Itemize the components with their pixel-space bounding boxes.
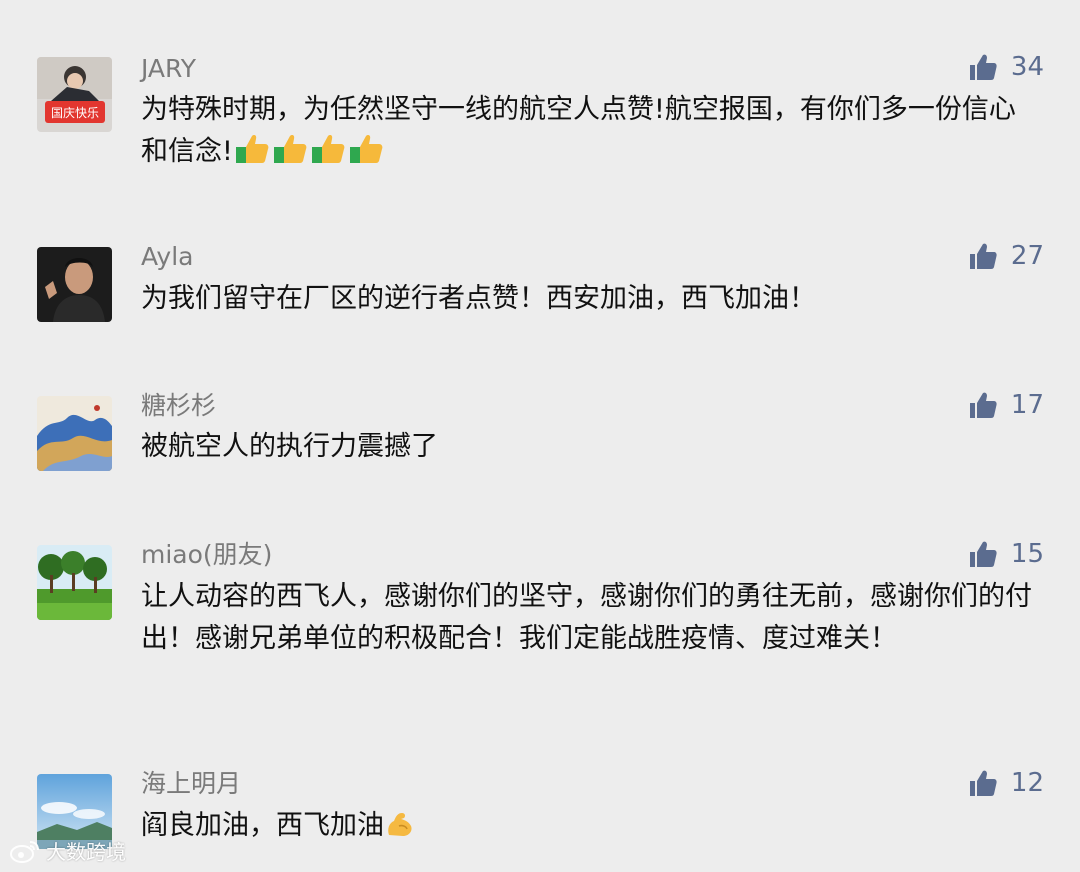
username[interactable]: 糖杉杉 <box>141 391 216 421</box>
like-button[interactable]: 17 <box>968 388 1044 422</box>
username[interactable]: JARY <box>141 54 196 84</box>
weibo-logo-icon <box>10 840 39 863</box>
like-count: 34 <box>1010 52 1044 82</box>
thumbs-up-emoji-icon <box>272 133 308 178</box>
avatar-image <box>37 247 112 322</box>
like-button[interactable]: 27 <box>968 239 1044 273</box>
avatar-image <box>37 545 112 620</box>
watermark: 大数跨境 <box>10 836 126 865</box>
comment-text: 被航空人的执行力震撼了 <box>141 431 438 462</box>
avatar[interactable] <box>37 247 112 322</box>
like-button[interactable]: 15 <box>968 537 1044 571</box>
avatar-image: 国庆快乐 <box>37 57 112 132</box>
username[interactable]: 海上明月 <box>141 769 241 799</box>
thumbs-up-emoji-icon <box>348 133 384 178</box>
like-count: 27 <box>1010 241 1044 271</box>
thumbs-up-emoji-icon <box>310 133 346 178</box>
comment-text: 为特殊时期，为任然坚守一线的航空人点赞!航空报国，有你们多一份信心和信念! <box>141 89 1041 178</box>
like-count: 17 <box>1010 390 1044 420</box>
username[interactable]: Ayla <box>141 242 193 272</box>
comment-text: 阎良加油，西飞加油 <box>141 805 1041 852</box>
thumbs-up-icon <box>968 241 998 271</box>
watermark-text: 大数跨境 <box>46 840 126 864</box>
comment-text-content: 阎良加油，西飞加油 <box>141 810 384 841</box>
avatar[interactable]: 国庆快乐 <box>37 57 112 132</box>
comment-text: 让人动容的西飞人，感谢你们的坚守，感谢你们的勇往无前，感谢你们的付出！感谢兄弟单… <box>141 581 1032 654</box>
username[interactable]: miao(朋友) <box>141 540 272 570</box>
thumbs-up-emoji-icon <box>234 133 270 178</box>
avatar[interactable] <box>37 396 112 471</box>
flexed-biceps-emoji-icon <box>385 809 415 852</box>
like-count: 12 <box>1010 768 1044 798</box>
like-count: 15 <box>1010 539 1044 569</box>
avatar-image <box>37 396 112 471</box>
avatar-label: 国庆快乐 <box>51 106 99 120</box>
thumbs-up-icon <box>968 390 998 420</box>
thumbs-up-icon <box>968 52 998 82</box>
thumbs-up-icon <box>968 539 998 569</box>
comment-text: 为我们留守在厂区的逆行者点赞！西安加油，西飞加油！ <box>141 283 816 314</box>
avatar[interactable] <box>37 545 112 620</box>
thumbs-up-icon <box>968 768 998 798</box>
like-button[interactable]: 12 <box>968 766 1044 800</box>
like-button[interactable]: 34 <box>968 50 1044 84</box>
